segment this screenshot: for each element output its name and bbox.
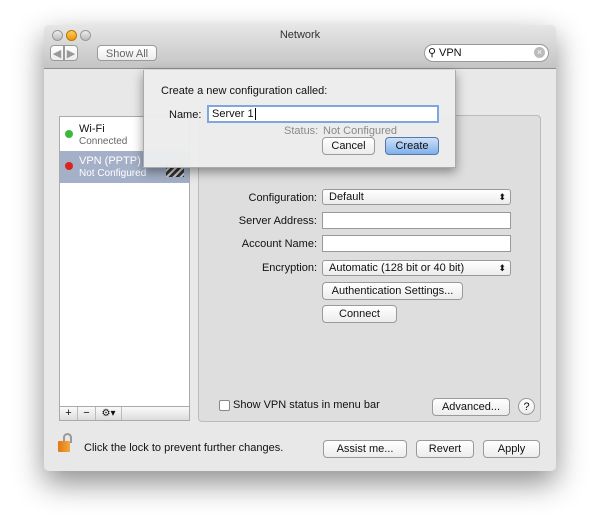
add-service-button[interactable]: +	[60, 407, 78, 420]
cancel-button[interactable]: Cancel	[322, 137, 375, 155]
encryption-select[interactable]: Automatic (128 bit or 40 bit)	[322, 260, 511, 276]
encryption-value: Automatic (128 bit or 40 bit)	[329, 262, 465, 274]
name-value: Server 1	[212, 108, 254, 120]
forward-button[interactable]: ▶	[64, 45, 78, 61]
new-configuration-sheet: Create a new configuration called: Name:…	[143, 70, 456, 168]
name-input[interactable]: Server 1	[207, 105, 439, 123]
search-input[interactable]: ⚲ VPN ×	[424, 44, 549, 62]
name-label: Name:	[169, 109, 202, 121]
list-toolbar: + − ⚙▾	[59, 406, 190, 421]
server-address-field[interactable]	[322, 212, 511, 229]
show-vpn-status-checkbox[interactable]	[219, 400, 230, 411]
encryption-label: Encryption:	[261, 262, 317, 274]
service-status: Not Configured	[79, 168, 147, 179]
assist-me-button[interactable]: Assist me...	[323, 440, 407, 458]
create-button[interactable]: Create	[385, 137, 439, 155]
show-all-button[interactable]: Show All	[97, 45, 157, 61]
lock-text: Click the lock to prevent further change…	[84, 442, 284, 454]
status-dot-green	[65, 130, 73, 138]
advanced-button[interactable]: Advanced...	[432, 398, 510, 416]
service-name: VPN (PPTP)	[79, 155, 141, 167]
lock-icon[interactable]	[58, 433, 72, 453]
help-button[interactable]: ?	[518, 398, 535, 415]
close-button[interactable]	[52, 30, 63, 41]
sheet-prompt: Create a new configuration called:	[161, 85, 328, 97]
zoom-button[interactable]	[80, 30, 91, 41]
configuration-label: Configuration:	[248, 192, 318, 204]
status-label: Status:	[284, 125, 319, 137]
show-vpn-status-label: Show VPN status in menu bar	[233, 399, 380, 411]
search-value: VPN	[439, 47, 462, 59]
server-address-label: Server Address:	[238, 215, 317, 227]
revert-button[interactable]: Revert	[416, 440, 474, 458]
authentication-settings-button[interactable]: Authentication Settings...	[322, 282, 463, 300]
clear-search-icon[interactable]: ×	[534, 47, 545, 58]
gear-icon[interactable]: ⚙▾	[96, 407, 122, 420]
minimize-button[interactable]	[66, 30, 77, 41]
status-dot-red	[65, 162, 73, 170]
search-icon: ⚲	[428, 47, 437, 59]
connect-button[interactable]: Connect	[322, 305, 397, 323]
back-button[interactable]: ◀	[50, 45, 64, 61]
status-value: Not Configured	[323, 125, 397, 137]
service-name: Wi-Fi	[79, 123, 105, 135]
configuration-select[interactable]: Default	[322, 189, 511, 205]
service-status: Connected	[79, 136, 128, 147]
account-name-field[interactable]	[322, 235, 511, 252]
remove-service-button[interactable]: −	[78, 407, 96, 420]
account-name-label: Account Name:	[241, 238, 317, 250]
toolbar: Network ◀ ▶ Show All ⚲ VPN ×	[44, 25, 556, 69]
text-cursor	[254, 108, 256, 120]
apply-button[interactable]: Apply	[483, 440, 540, 458]
configuration-value: Default	[329, 191, 364, 203]
window-title: Network	[279, 29, 321, 41]
